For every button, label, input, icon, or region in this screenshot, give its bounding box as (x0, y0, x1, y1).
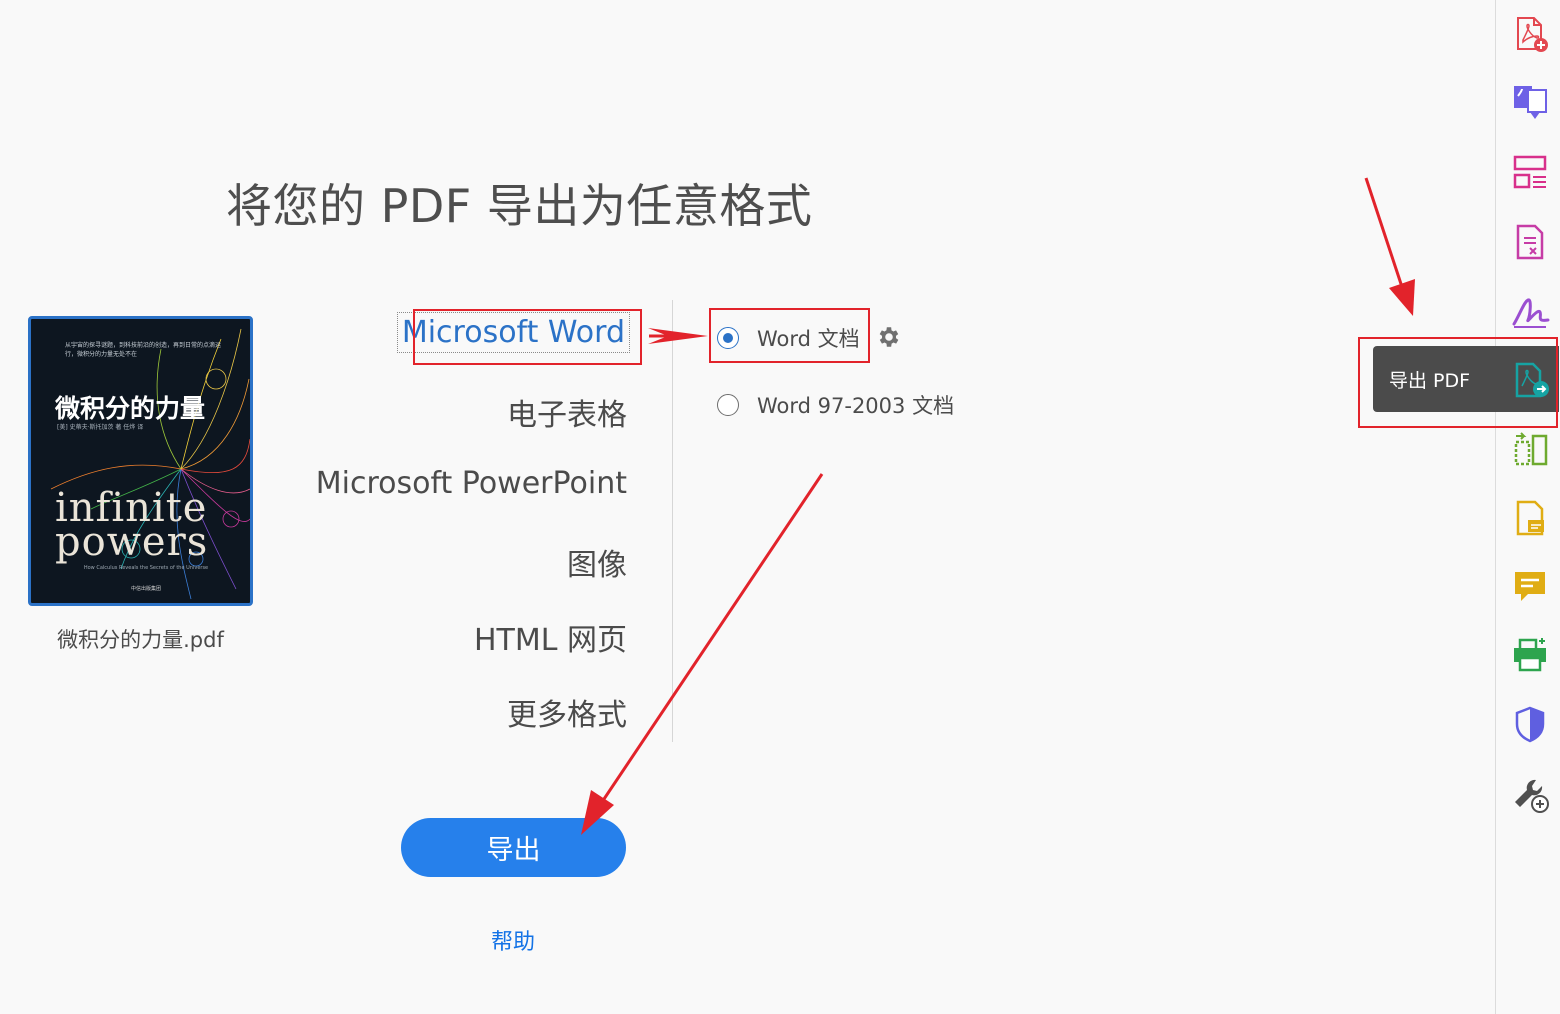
cover-subtitle: How Calculus Reveals the Secrets of the … (83, 565, 209, 571)
option-word-97-2003[interactable]: Word 97-2003 文档 (717, 390, 954, 420)
protect-icon[interactable] (1510, 704, 1550, 744)
create-pdf-icon[interactable] (1510, 14, 1550, 54)
file-name: 微积分的力量.pdf (57, 628, 224, 652)
print-production-icon[interactable] (1510, 634, 1550, 674)
cover-author: [美] 史蒂夫·斯托加茨 著 任烨 译 (57, 424, 144, 431)
format-image[interactable]: 图像 (567, 540, 627, 584)
option-label: Word 97-2003 文档 (757, 394, 955, 418)
comment-icon[interactable] (1510, 566, 1550, 606)
format-more[interactable]: 更多格式 (507, 690, 627, 734)
radio-unselected[interactable] (717, 394, 739, 416)
format-html[interactable]: HTML 网页 (474, 615, 627, 659)
page-title: 将您的 PDF 导出为任意格式 (226, 179, 813, 233)
export-button[interactable]: 导出 (401, 818, 626, 877)
cover-title-en-line2: powers (55, 519, 209, 565)
gear-icon[interactable] (876, 324, 902, 350)
cover-publisher: 中信出版集团 (130, 586, 161, 592)
help-link[interactable]: 帮助 (450, 924, 576, 956)
comment-file-icon[interactable] (1510, 498, 1550, 538)
organize-pages-icon[interactable] (1510, 152, 1550, 192)
compare-files-icon[interactable] (1510, 430, 1550, 470)
pdf-thumbnail[interactable]: 从宇宙的探寻谜题，到科技前沿的创造，再到日常的点滴运行，微积分的力量无处不在 微… (28, 316, 253, 606)
annotation-box-export-tool (1358, 337, 1558, 428)
divider (672, 300, 673, 742)
cover-tagline: 从宇宙的探寻谜题，到科技前沿的创造，再到日常的点滴运行，微积分的力量无处不在 (65, 342, 222, 358)
combine-files-icon[interactable] (1510, 82, 1550, 122)
fill-sign-icon[interactable] (1510, 290, 1550, 330)
annotation-box-word-option (709, 308, 870, 363)
cover-title: 微积分的力量 (55, 394, 206, 423)
edit-pdf-icon[interactable] (1510, 222, 1550, 262)
annotation-box-word-format (413, 309, 642, 365)
more-tools-icon[interactable] (1510, 774, 1550, 814)
format-spreadsheet[interactable]: 电子表格 (507, 390, 627, 434)
format-powerpoint[interactable]: Microsoft PowerPoint (316, 466, 627, 501)
